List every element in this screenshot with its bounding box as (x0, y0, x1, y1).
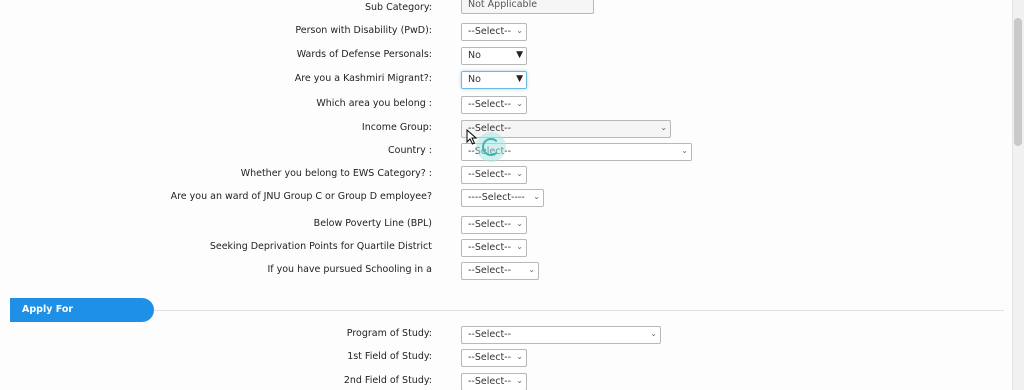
deprivation-select[interactable]: --Select-- ⌄ (461, 239, 527, 257)
field2-label: 2nd Field of Study: (343, 375, 432, 386)
vertical-scrollbar[interactable] (1012, 0, 1024, 390)
chevron-down-icon: ⌄ (516, 99, 523, 108)
chevron-down-icon: ⌄ (516, 376, 523, 385)
row-deprivation: Seeking Deprivation Points for Quartile … (0, 239, 1000, 257)
ews-label: Whether you belong to EWS Category? : (240, 168, 432, 179)
row-ews: Whether you belong to EWS Category? : --… (0, 166, 1000, 184)
income-group-label: Income Group: (361, 122, 432, 133)
mouse-pointer-icon (466, 129, 478, 145)
row-program: Program of Study: --Select-- ⌄ (0, 326, 1000, 344)
caret-down-icon: ▼ (516, 74, 523, 84)
area-label: Which area you belong : (316, 98, 432, 109)
row-kashmiri-migrant: Are you a Kashmiri Migrant?: No ▼ (0, 71, 1000, 89)
row-sub-category: Sub Category: Not Applicable (0, 0, 1000, 18)
chevron-down-icon: ⌄ (533, 192, 540, 201)
deprivation-label: Seeking Deprivation Points for Quartile … (209, 241, 432, 252)
bpl-select[interactable]: --Select-- ⌄ (461, 216, 527, 234)
loading-spinner-icon (476, 132, 506, 162)
chevron-down-icon: ⌄ (528, 265, 535, 274)
field2-select[interactable]: --Select-- ⌄ (461, 373, 527, 390)
caret-down-icon: ▼ (516, 50, 523, 60)
jnu-ward-select[interactable]: ----Select---- ⌄ (461, 189, 544, 207)
jnu-ward-label: Are you an ward of JNU Group C or Group … (170, 191, 432, 202)
chevron-down-icon: ⌄ (516, 219, 523, 228)
row-pwd: Person with Disability (PwD): --Select--… (0, 23, 1000, 41)
chevron-down-icon: ⌄ (650, 329, 657, 338)
field1-select[interactable]: --Select-- ⌄ (461, 349, 527, 367)
row-jnu-ward: Are you an ward of JNU Group C or Group … (0, 189, 1000, 207)
ews-select[interactable]: --Select-- ⌄ (461, 166, 527, 184)
row-field1: 1st Field of Study: --Select-- ⌄ (0, 349, 1000, 367)
wards-defense-label: Wards of Defense Personals: (296, 49, 432, 60)
program-select[interactable]: --Select-- ⌄ (461, 326, 661, 344)
row-wards-defense: Wards of Defense Personals: No ▼ (0, 47, 1000, 65)
schooling-select[interactable]: --Select-- ⌄ (461, 262, 539, 280)
country-label: Country : (388, 145, 432, 156)
row-area: Which area you belong : --Select-- ⌄ (0, 96, 1000, 114)
kashmiri-migrant-select[interactable]: No ▼ (461, 71, 527, 89)
wards-defense-select[interactable]: No ▼ (461, 47, 527, 65)
row-schooling: If you have pursued Schooling in a --Sel… (0, 262, 1000, 280)
section-divider (154, 310, 1004, 311)
schooling-label: If you have pursued Schooling in a (267, 264, 432, 275)
chevron-down-icon: ⌄ (660, 123, 667, 132)
program-label: Program of Study: (346, 328, 432, 339)
bpl-label: Below Poverty Line (BPL) (313, 218, 432, 229)
scrollbar-thumb[interactable] (1014, 18, 1022, 146)
pwd-label: Person with Disability (PwD): (295, 25, 432, 36)
row-field2: 2nd Field of Study: --Select-- ⌄ (0, 373, 1000, 390)
field1-label: 1st Field of Study: (347, 351, 432, 362)
sub-category-label: Sub Category: (364, 2, 432, 13)
spinner-ring (482, 138, 500, 156)
chevron-down-icon: ⌄ (516, 169, 523, 178)
chevron-down-icon: ⌄ (516, 26, 523, 35)
application-form-page: Sub Category: Not Applicable Person with… (0, 0, 1012, 390)
area-select[interactable]: --Select-- ⌄ (461, 96, 527, 114)
pwd-select[interactable]: --Select-- ⌄ (461, 23, 527, 41)
sub-category-field: Not Applicable (461, 0, 594, 14)
chevron-down-icon: ⌄ (516, 242, 523, 251)
chevron-down-icon: ⌄ (516, 352, 523, 361)
row-bpl: Below Poverty Line (BPL) --Select-- ⌄ (0, 216, 1000, 234)
apply-for-header: Apply For (10, 298, 154, 322)
kashmiri-migrant-label: Are you a Kashmiri Migrant?: (294, 73, 432, 84)
chevron-down-icon: ⌄ (681, 146, 688, 155)
